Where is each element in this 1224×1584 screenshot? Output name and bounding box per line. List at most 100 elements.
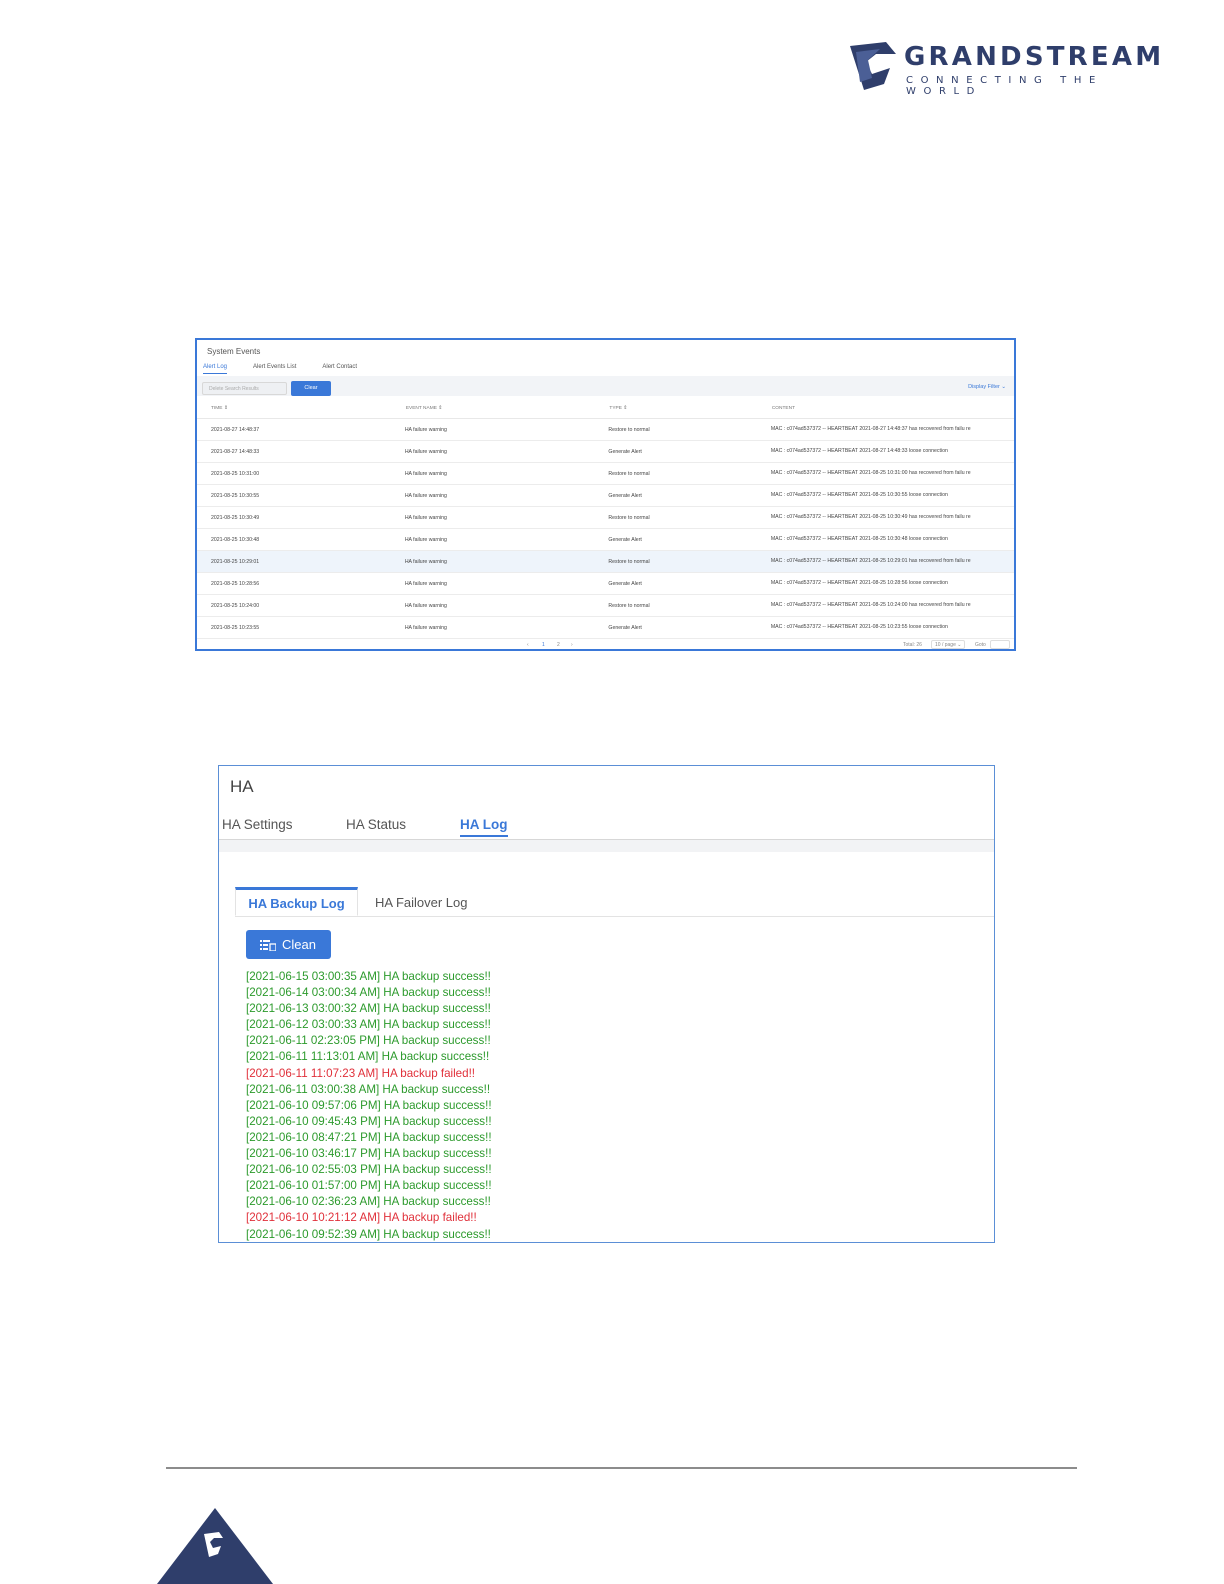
next-page-icon[interactable]: › xyxy=(571,642,573,648)
cell-time: 2021-08-25 10:30:55 xyxy=(197,484,405,507)
footer-logo-icon xyxy=(157,1508,273,1584)
cell-content: MAC : c074ad537372 -- HEARTBEAT 2021-08-… xyxy=(770,528,1014,551)
tab-ha-backup-log[interactable]: HA Backup Log xyxy=(235,887,358,916)
cell-type: Restore to normal xyxy=(608,462,771,485)
sort-icon: ⇕ xyxy=(223,405,228,411)
tab-alert-events-list[interactable]: Alert Events List xyxy=(253,364,296,374)
system-events-tabs: Alert Log Alert Events List Alert Contac… xyxy=(203,364,357,374)
cell-content: MAC : c074ad537372 -- HEARTBEAT 2021-08-… xyxy=(770,550,1014,573)
system-events-panel: System Events Alert Log Alert Events Lis… xyxy=(195,338,1016,651)
log-line: [2021-06-10 03:46:17 PM] HA backup succe… xyxy=(246,1147,492,1161)
log-line: [2021-06-11 02:23:05 PM] HA backup succe… xyxy=(246,1034,491,1048)
cell-event-name: HA failure warning xyxy=(404,594,609,617)
log-line: [2021-06-10 02:55:03 PM] HA backup succe… xyxy=(246,1163,492,1177)
alert-log-table: TIME ⇕ EVENT NAME ⇕ TYPE ⇕ CONTENT 2021-… xyxy=(197,398,1014,639)
chevron-down-icon: ⌄ xyxy=(1001,384,1006,390)
cell-event-name: HA failure warning xyxy=(404,462,609,485)
cell-type: Restore to normal xyxy=(608,594,771,617)
cell-type: Generate Alert xyxy=(608,528,771,551)
clear-label: Clear xyxy=(304,385,318,391)
tab-ha-status[interactable]: HA Status xyxy=(346,817,406,835)
cell-content: MAC : c074ad537372 -- HEARTBEAT 2021-08-… xyxy=(770,616,1014,639)
log-line-failed: [2021-06-11 11:07:23 AM] HA backup faile… xyxy=(246,1066,476,1080)
delete-search-results-button[interactable]: Delete Search Results xyxy=(202,382,287,395)
column-header-event-name[interactable]: EVENT NAME ⇕ xyxy=(404,398,609,419)
goto-input[interactable] xyxy=(990,640,1010,649)
cell-type: Generate Alert xyxy=(608,440,771,463)
cell-time: 2021-08-25 10:31:00 xyxy=(197,462,405,485)
column-header-content: CONTENT xyxy=(770,398,1014,419)
tab-alert-log[interactable]: Alert Log xyxy=(203,364,228,374)
cell-time: 2021-08-25 10:30:48 xyxy=(197,528,405,551)
cell-time: 2021-08-25 10:30:49 xyxy=(197,506,405,529)
log-line: [2021-06-10 01:57:00 PM] HA backup succe… xyxy=(246,1179,492,1193)
log-line: [2021-06-13 03:00:32 AM] HA backup succe… xyxy=(246,1002,491,1016)
brand-name: GRANDSTREAM xyxy=(904,42,1165,72)
log-line: [2021-06-10 08:47:21 PM] HA backup succe… xyxy=(246,1130,492,1144)
page-2-link[interactable]: 2 xyxy=(557,642,560,648)
log-line: [2021-06-10 09:52:39 AM] HA backup succe… xyxy=(246,1227,491,1241)
cell-event-name: HA failure warning xyxy=(404,506,609,529)
cell-event-name: HA failure warning xyxy=(404,616,609,639)
prev-page-icon[interactable]: ‹ xyxy=(527,642,529,648)
cell-event-name: HA failure warning xyxy=(404,440,609,463)
log-line: [2021-06-10 09:57:06 PM] HA backup succe… xyxy=(246,1098,492,1112)
table-row: 2021-08-27 14:48:33 HA failure warning Gen… xyxy=(197,440,1014,463)
log-line: [2021-06-12 03:00:33 AM] HA backup succe… xyxy=(246,1018,491,1032)
cell-type: Restore to normal xyxy=(608,418,771,441)
table-row: 2021-08-25 10:24:00 HA failure warning Res… xyxy=(197,594,1014,617)
cell-content: MAC : c074ad537372 -- HEARTBEAT 2021-08-… xyxy=(770,440,1014,463)
cell-content: MAC : c074ad537372 -- HEARTBEAT 2021-08-… xyxy=(770,418,1014,441)
brand-tagline: CONNECTING THE WORLD xyxy=(906,75,1103,97)
pagination: ‹ 1 2 › Total: 26 10 / page ⌄ Goto xyxy=(197,639,1014,649)
ha-panel: HA HA Settings HA Status HA Log HA Backu… xyxy=(218,765,995,1243)
cell-time: 2021-08-25 10:28:56 xyxy=(197,572,405,595)
table-row: 2021-08-25 10:30:49 HA failure warning Res… xyxy=(197,506,1014,529)
cell-content: MAC : c074ad537372 -- HEARTBEAT 2021-08-… xyxy=(770,484,1014,507)
cell-time: 2021-08-25 10:23:55 xyxy=(197,616,405,639)
cell-content: MAC : c074ad537372 -- HEARTBEAT 2021-08-… xyxy=(770,594,1014,617)
footer-divider xyxy=(166,1467,1077,1469)
ha-backup-log: [2021-06-15 03:00:35 AM] HA backup succe… xyxy=(246,969,492,1242)
cell-event-name: HA failure warning xyxy=(404,550,609,573)
column-header-time[interactable]: TIME ⇕ xyxy=(197,398,405,419)
cell-type: Generate Alert xyxy=(608,616,771,639)
page-1-link[interactable]: 1 xyxy=(542,642,545,648)
column-header-type[interactable]: TYPE ⇕ xyxy=(608,398,771,419)
log-sub-tabs: HA Backup Log HA Failover Log xyxy=(235,887,994,917)
tab-ha-log[interactable]: HA Log xyxy=(460,817,508,837)
goto-label: Goto xyxy=(975,642,986,648)
clear-button[interactable]: Clear xyxy=(291,381,331,396)
page-size-select[interactable]: 10 / page ⌄ xyxy=(931,640,966,649)
table-row: 2021-08-25 10:31:00 HA failure warning Res… xyxy=(197,462,1014,485)
tab-ha-settings[interactable]: HA Settings xyxy=(222,817,293,835)
section-band xyxy=(219,840,994,852)
log-line: [2021-06-15 03:00:35 AM] HA backup succe… xyxy=(246,970,491,983)
clean-button[interactable]: Clean xyxy=(246,930,331,959)
cell-event-name: HA failure warning xyxy=(404,572,609,595)
cell-type: Restore to normal xyxy=(608,550,771,573)
cell-type: Generate Alert xyxy=(608,572,771,595)
log-line-failed: [2021-06-10 10:21:12 AM] HA backup faile… xyxy=(246,1211,477,1225)
page-title: HA xyxy=(230,777,254,796)
table-row: 2021-08-25 10:28:56 HA failure warning Gen… xyxy=(197,572,1014,595)
chevron-down-icon: ⌄ xyxy=(957,642,962,648)
log-line: [2021-06-11 11:13:01 AM] HA backup succe… xyxy=(246,1050,490,1064)
tab-alert-contact[interactable]: Alert Contact xyxy=(322,364,357,374)
table-row: 2021-08-27 14:48:37 HA failure warning Res… xyxy=(197,418,1014,441)
cell-event-name: HA failure warning xyxy=(404,528,609,551)
cell-content: MAC : c074ad537372 -- HEARTBEAT 2021-08-… xyxy=(770,462,1014,485)
cell-content: MAC : c074ad537372 -- HEARTBEAT 2021-08-… xyxy=(770,572,1014,595)
log-line: [2021-06-10 02:36:23 AM] HA backup succe… xyxy=(246,1195,491,1209)
total-count: Total: 26 xyxy=(903,642,922,648)
table-row: 2021-08-25 10:29:01 HA failure warning Res… xyxy=(197,550,1014,573)
display-filter-dropdown[interactable]: Display Filter ⌄ xyxy=(968,384,1006,390)
cell-event-name: HA failure warning xyxy=(404,418,609,441)
table-header-row: TIME ⇕ EVENT NAME ⇕ TYPE ⇕ CONTENT xyxy=(197,398,1014,419)
tab-ha-failover-log[interactable]: HA Failover Log xyxy=(375,887,468,916)
grandstream-logo-mark-icon xyxy=(850,42,896,90)
panel-title: System Events xyxy=(207,347,261,356)
cell-type: Restore to normal xyxy=(608,506,771,529)
table-row: 2021-08-25 10:30:55 HA failure warning Gen… xyxy=(197,484,1014,507)
log-line: [2021-06-10 09:45:43 PM] HA backup succe… xyxy=(246,1114,492,1128)
